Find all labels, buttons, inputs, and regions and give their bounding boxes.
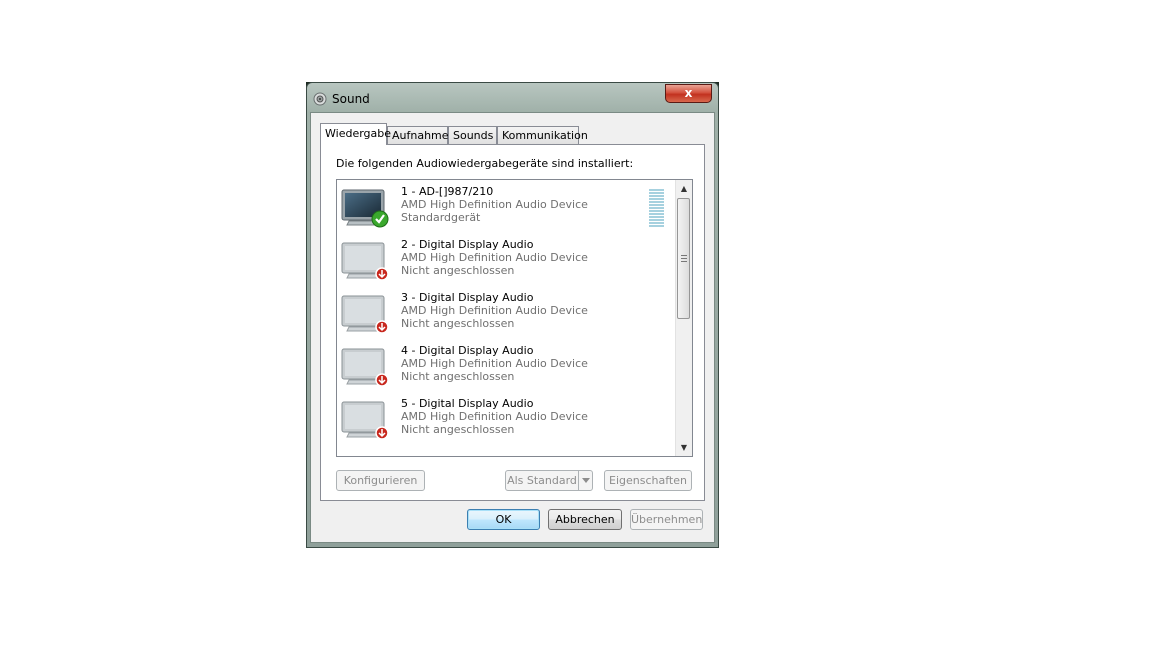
set-default-label: Als Standard (507, 474, 577, 487)
ok-button[interactable]: OK (467, 509, 540, 530)
device-status: Nicht angeschlossen (401, 317, 515, 330)
device-list[interactable]: 1 - AD-[]987/210 AMD High Definition Aud… (336, 179, 693, 457)
properties-button[interactable]: Eigenschaften (604, 470, 692, 491)
list-item-device-3[interactable]: 3 - Digital Display Audio AMD High Defin… (337, 288, 667, 338)
device-driver: AMD High Definition Audio Device (401, 304, 588, 317)
device-driver: AMD High Definition Audio Device (401, 251, 588, 264)
scroll-up-arrow-icon[interactable]: ▲ (676, 180, 692, 197)
sound-dialog: Sound x Wiedergabe Aufnahme Sounds Kommu… (306, 82, 719, 548)
intro-text: Die folgenden Audiowiedergabegeräte sind… (336, 157, 634, 170)
device-driver: AMD High Definition Audio Device (401, 357, 588, 370)
tab-wiedergabe[interactable]: Wiedergabe (320, 123, 391, 145)
scrollbar-thumb[interactable] (677, 198, 690, 319)
tab-label: Wiedergabe (325, 127, 392, 140)
configure-button[interactable]: Konfigurieren (336, 470, 425, 491)
device-status: Nicht angeschlossen (401, 264, 515, 277)
chevron-down-icon[interactable] (578, 471, 592, 490)
cancel-button[interactable]: Abbrechen (548, 509, 622, 530)
device-name: 4 - Digital Display Audio (401, 344, 534, 357)
speaker-monitor-icon (341, 242, 389, 281)
scroll-down-arrow-icon[interactable]: ▼ (676, 439, 692, 456)
tab-kommunikation[interactable]: Kommunikation (497, 126, 588, 144)
apply-button[interactable]: Übernehmen (630, 509, 703, 530)
close-button[interactable]: x (665, 84, 712, 103)
playback-tab-panel: Die folgenden Audiowiedergabegeräte sind… (320, 144, 705, 501)
tab-label: Kommunikation (502, 129, 588, 142)
grip-icon (681, 255, 687, 264)
device-driver: AMD High Definition Audio Device (401, 198, 588, 211)
speaker-monitor-icon (341, 295, 389, 334)
list-item-device-5[interactable]: 5 - Digital Display Audio AMD High Defin… (337, 394, 667, 444)
speaker-monitor-icon (341, 401, 389, 440)
tab-label: Sounds (453, 129, 494, 142)
list-item-device-4[interactable]: 4 - Digital Display Audio AMD High Defin… (337, 341, 667, 391)
close-icon: x (684, 86, 693, 100)
device-driver: AMD High Definition Audio Device (401, 410, 588, 423)
speaker-monitor-icon (341, 189, 389, 228)
tab-label: Aufnahme (392, 129, 449, 142)
vertical-scrollbar[interactable]: ▲ ▼ (675, 180, 692, 456)
set-default-split-button[interactable]: Als Standard (505, 470, 593, 491)
device-name: 3 - Digital Display Audio (401, 291, 534, 304)
window-title: Sound (332, 92, 370, 106)
device-status: Nicht angeschlossen (401, 370, 515, 383)
device-status: Nicht angeschlossen (401, 423, 515, 436)
tab-sounds[interactable]: Sounds (448, 126, 497, 144)
device-name: 5 - Digital Display Audio (401, 397, 534, 410)
volume-level-meter (649, 189, 664, 229)
list-item-device-2[interactable]: 2 - Digital Display Audio AMD High Defin… (337, 235, 667, 285)
device-name: 1 - AD-[]987/210 (401, 185, 494, 198)
list-item-device-1[interactable]: 1 - AD-[]987/210 AMD High Definition Aud… (337, 182, 667, 232)
speaker-monitor-icon (341, 348, 389, 387)
device-name: 2 - Digital Display Audio (401, 238, 534, 251)
speaker-app-icon (313, 92, 327, 106)
tab-aufnahme[interactable]: Aufnahme (387, 126, 449, 144)
device-status: Standardgerät (401, 211, 481, 224)
dialog-client-area: Wiedergabe Aufnahme Sounds Kommunikation… (310, 112, 715, 543)
title-bar[interactable]: Sound x (307, 83, 718, 113)
